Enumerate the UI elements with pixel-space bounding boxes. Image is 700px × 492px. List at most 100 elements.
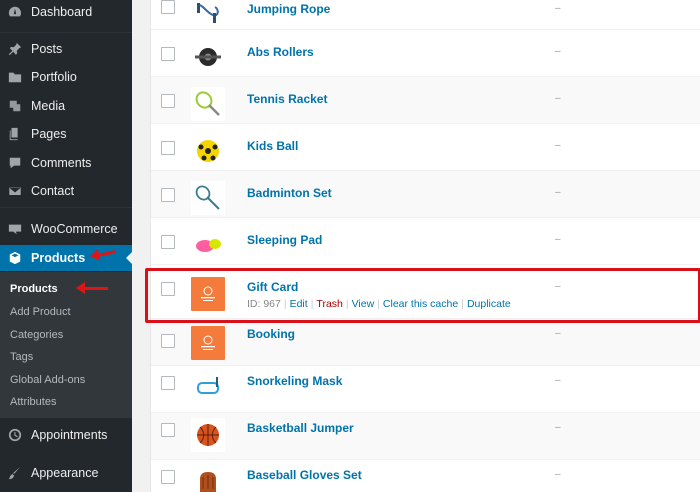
stock-dash: – xyxy=(555,281,561,292)
table-row: Snorkeling Mask – xyxy=(151,366,700,413)
menu-appearance[interactable]: Appearance xyxy=(0,460,132,486)
menu-label: Contact xyxy=(31,184,75,198)
menu-pages[interactable]: Pages xyxy=(0,121,132,147)
table-row: Jumping Rope – xyxy=(151,0,700,30)
separator: | xyxy=(345,298,349,310)
product-name-link[interactable]: Baseball Gloves Set xyxy=(247,468,362,482)
stock-dash: – xyxy=(555,422,561,433)
table-row: Badminton Set – xyxy=(151,171,700,218)
row-actions: ID: 967 | Edit | Trash | View | Clear this cache… xyxy=(247,298,511,310)
menu-comments[interactable]: Comments xyxy=(0,150,132,176)
row-checkbox[interactable] xyxy=(161,282,175,296)
product-name-link[interactable]: Badminton Set xyxy=(247,186,332,200)
products-list-table: Jumping Rope – Abs Rollers – Tennis Rack… xyxy=(150,0,700,492)
product-name-link[interactable]: Abs Rollers xyxy=(247,45,314,59)
product-thumbnail-gift-card[interactable] xyxy=(191,277,225,311)
menu-label: Media xyxy=(31,99,66,113)
stock-dash: – xyxy=(555,93,561,104)
row-checkbox[interactable] xyxy=(161,423,175,437)
menu-label: WooCommerce xyxy=(31,222,118,236)
submenu-global-add-ons[interactable]: Global Add-ons xyxy=(10,371,85,389)
submenu-add-product[interactable]: Add Product xyxy=(10,303,71,321)
media-icon xyxy=(7,98,23,114)
product-thumbnail-jump-rope[interactable] xyxy=(191,0,225,29)
clock-icon xyxy=(7,427,23,443)
product-thumbnail-baseball-glove[interactable] xyxy=(191,465,225,492)
product-thumbnail-snorkel[interactable] xyxy=(191,371,225,405)
product-name-link[interactable]: Sleeping Pad xyxy=(247,233,322,247)
menu-label: Portfolio xyxy=(31,70,77,84)
menu-label: Products xyxy=(31,251,86,265)
menu-products[interactable]: Products xyxy=(0,245,132,271)
stock-dash: – xyxy=(555,469,561,480)
submenu-categories[interactable]: Categories xyxy=(10,326,63,344)
menu-woocommerce[interactable]: WooCommerce xyxy=(0,216,132,242)
product-thumbnail-badminton[interactable] xyxy=(191,181,225,215)
product-thumbnail-booking[interactable] xyxy=(191,326,225,360)
annotation-arrow-submenu xyxy=(76,282,108,294)
row-checkbox[interactable] xyxy=(161,188,175,202)
product-name-link[interactable]: Jumping Rope xyxy=(247,2,330,16)
product-name-link[interactable]: Booking xyxy=(247,327,295,341)
product-name-link[interactable]: Kids Ball xyxy=(247,139,298,153)
duplicate-link[interactable]: Duplicate xyxy=(467,298,511,310)
stock-dash: – xyxy=(555,187,561,198)
submenu-products[interactable]: Products xyxy=(10,280,58,298)
menu-media[interactable]: Media xyxy=(0,93,132,119)
admin-sidebar: Dashboard Posts Portfolio Media Pages Co… xyxy=(0,0,132,492)
menu-appointments[interactable]: Appointments xyxy=(0,422,132,448)
table-row: Kids Ball – xyxy=(151,124,700,171)
stock-dash: – xyxy=(555,234,561,245)
stock-dash: – xyxy=(555,3,561,14)
separator: | xyxy=(461,298,464,310)
menu-label: Appointments xyxy=(31,428,108,442)
menu-contact[interactable]: Contact xyxy=(0,178,132,204)
dashboard-icon xyxy=(7,4,23,20)
cube-icon xyxy=(7,250,23,266)
row-checkbox[interactable] xyxy=(161,334,175,348)
row-checkbox[interactable] xyxy=(161,47,175,61)
product-thumbnail-basketball[interactable] xyxy=(191,418,225,452)
row-checkbox[interactable] xyxy=(161,94,175,108)
trash-link[interactable]: Trash xyxy=(316,298,342,310)
product-thumbnail-abs-roller[interactable] xyxy=(191,40,225,74)
row-checkbox[interactable] xyxy=(161,0,175,14)
table-row: Baseball Gloves Set – xyxy=(151,460,700,492)
menu-posts[interactable]: Posts xyxy=(0,36,132,62)
menu-separator xyxy=(0,32,132,33)
view-link[interactable]: View xyxy=(352,298,375,310)
row-checkbox[interactable] xyxy=(161,470,175,484)
table-row: Tennis Racket – xyxy=(151,77,700,124)
row-checkbox[interactable] xyxy=(161,376,175,390)
pin-icon xyxy=(7,41,23,57)
submenu-attributes[interactable]: Attributes xyxy=(10,393,56,411)
row-checkbox[interactable] xyxy=(161,141,175,155)
submenu-tags[interactable]: Tags xyxy=(10,348,33,366)
menu-label: Comments xyxy=(31,156,92,170)
menu-separator xyxy=(0,207,132,208)
edit-link[interactable]: Edit xyxy=(290,298,308,310)
stock-dash: – xyxy=(555,46,561,57)
product-thumbnail-sleeping-pad[interactable] xyxy=(191,228,225,262)
menu-portfolio[interactable]: Portfolio xyxy=(0,64,132,90)
table-row: Gift Card ID: 967 | Edit | Trash | View | Clear … xyxy=(151,265,700,319)
row-checkbox[interactable] xyxy=(161,235,175,249)
product-name-link[interactable]: Gift Card xyxy=(247,280,298,294)
comment-icon xyxy=(7,155,23,171)
mail-icon xyxy=(7,183,23,199)
menu-dashboard[interactable]: Dashboard xyxy=(0,0,132,25)
separator: | xyxy=(283,298,287,310)
clear-cache-link[interactable]: Clear this cache xyxy=(383,298,458,310)
stock-dash: – xyxy=(555,140,561,151)
product-thumbnail-kids-ball[interactable] xyxy=(191,134,225,168)
menu-label: Dashboard xyxy=(31,5,93,19)
product-name-link[interactable]: Basketball Jumper xyxy=(247,421,354,435)
table-row: Basketball Jumper – xyxy=(151,413,700,460)
product-name-link[interactable]: Snorkeling Mask xyxy=(247,374,342,388)
product-name-link[interactable]: Tennis Racket xyxy=(247,92,327,106)
separator: | xyxy=(377,298,380,310)
product-thumbnail-tennis-racket[interactable] xyxy=(191,87,225,121)
table-row: Booking – xyxy=(151,319,700,366)
menu-label: Pages xyxy=(31,127,67,141)
pages-icon xyxy=(7,126,23,142)
